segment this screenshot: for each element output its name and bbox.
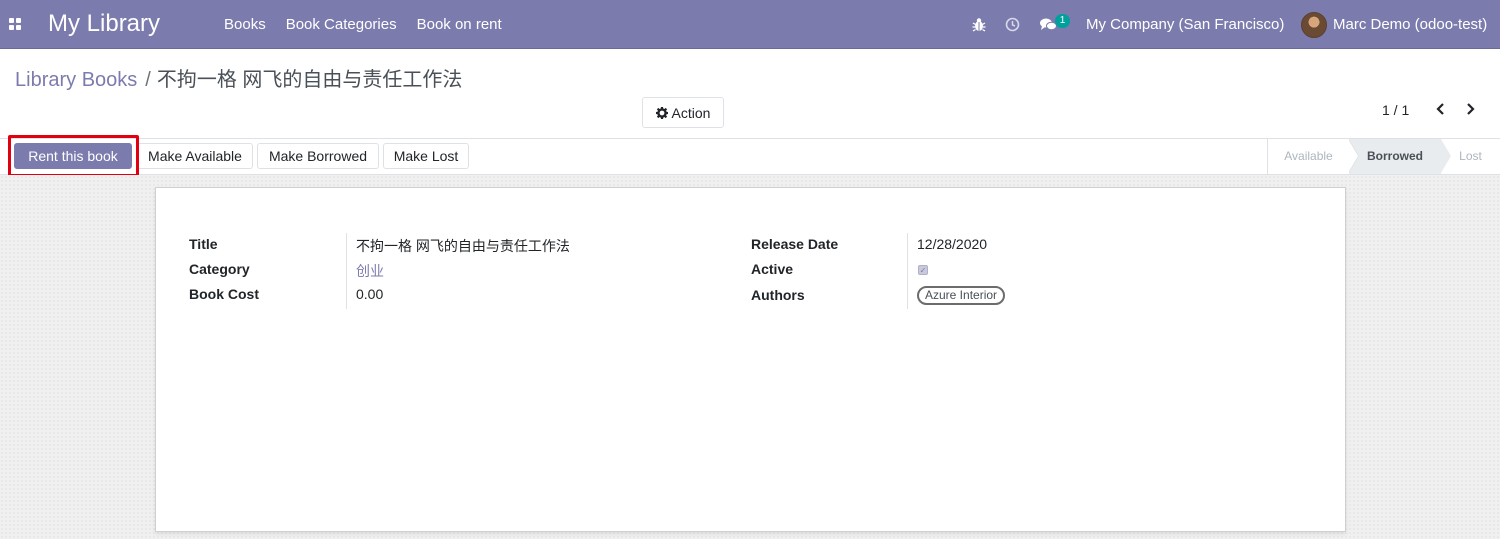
make-available-button[interactable]: Make Available [137,143,253,169]
book-cost-value[interactable]: 0.00 [356,286,383,302]
menu-item-books[interactable]: Books [214,16,276,33]
release-date-label: Release Date [751,236,839,252]
pager-value[interactable]: 1 / 1 [1382,102,1409,118]
chat-count-badge: 1 [1055,14,1070,28]
action-button[interactable]: Action [642,97,724,128]
stage-arrow [1441,139,1451,173]
control-panel: Library Books / 不拘一格 网飞的自由与责任工作法 Action 1 … [0,49,1500,139]
stage-borrowed[interactable]: Borrowed [1349,139,1441,174]
title-value[interactable]: 不拘一格 网飞的自由与责任工作法 [356,236,570,256]
book-cost-label: Book Cost [189,286,259,302]
chevron-right-icon[interactable] [1463,102,1477,116]
make-borrowed-button[interactable]: Make Borrowed [257,143,379,169]
active-label: Active [751,261,794,277]
form-sheet: Title 不拘一格 网飞的自由与责任工作法 Category 创业 Book … [155,187,1346,532]
bug-icon[interactable] [972,17,986,32]
release-date-value[interactable]: 12/28/2020 [917,236,987,252]
stage-available[interactable]: Available [1267,139,1349,174]
apps-menu-icon[interactable] [9,18,22,31]
app-brand[interactable]: My Library [48,10,160,38]
category-link[interactable]: 创业 [356,261,384,281]
user-menu[interactable]: Marc Demo (odoo-test) [1333,16,1487,33]
menu-item-book-on-rent[interactable]: Book on rent [407,16,512,33]
breadcrumb-parent[interactable]: Library Books [15,69,137,91]
main-menu: Books Book Categories Book on rent [214,0,512,49]
stage-arrow [1348,139,1358,173]
column-divider [346,233,347,309]
company-switcher[interactable]: My Company (San Francisco) [1086,16,1284,33]
breadcrumb-current: 不拘一格 网飞的自由与责任工作法 [156,69,463,91]
user-avatar[interactable] [1301,12,1327,38]
active-checkbox[interactable]: ✓ [918,265,928,275]
rent-this-book-button[interactable]: Rent this book [14,143,132,169]
top-navbar: My Library Books Book Categories Book on… [0,0,1500,49]
category-label: Category [189,261,250,277]
chevron-left-icon[interactable] [1434,102,1448,116]
title-label: Title [189,236,218,252]
action-button-label: Action [671,104,711,121]
author-tag[interactable]: Azure Interior [917,286,1006,305]
menu-item-book-categories[interactable]: Book Categories [276,16,407,33]
breadcrumb-separator: / [145,69,151,91]
authors-label: Authors [751,287,805,303]
make-lost-button[interactable]: Make Lost [383,143,469,169]
gear-icon [655,106,668,119]
clock-icon[interactable] [1005,17,1020,32]
column-divider [907,233,908,309]
breadcrumb: Library Books / 不拘一格 网飞的自由与责任工作法 [15,63,462,92]
form-statusbar: Rent this book Make Available Make Borro… [0,139,1500,175]
